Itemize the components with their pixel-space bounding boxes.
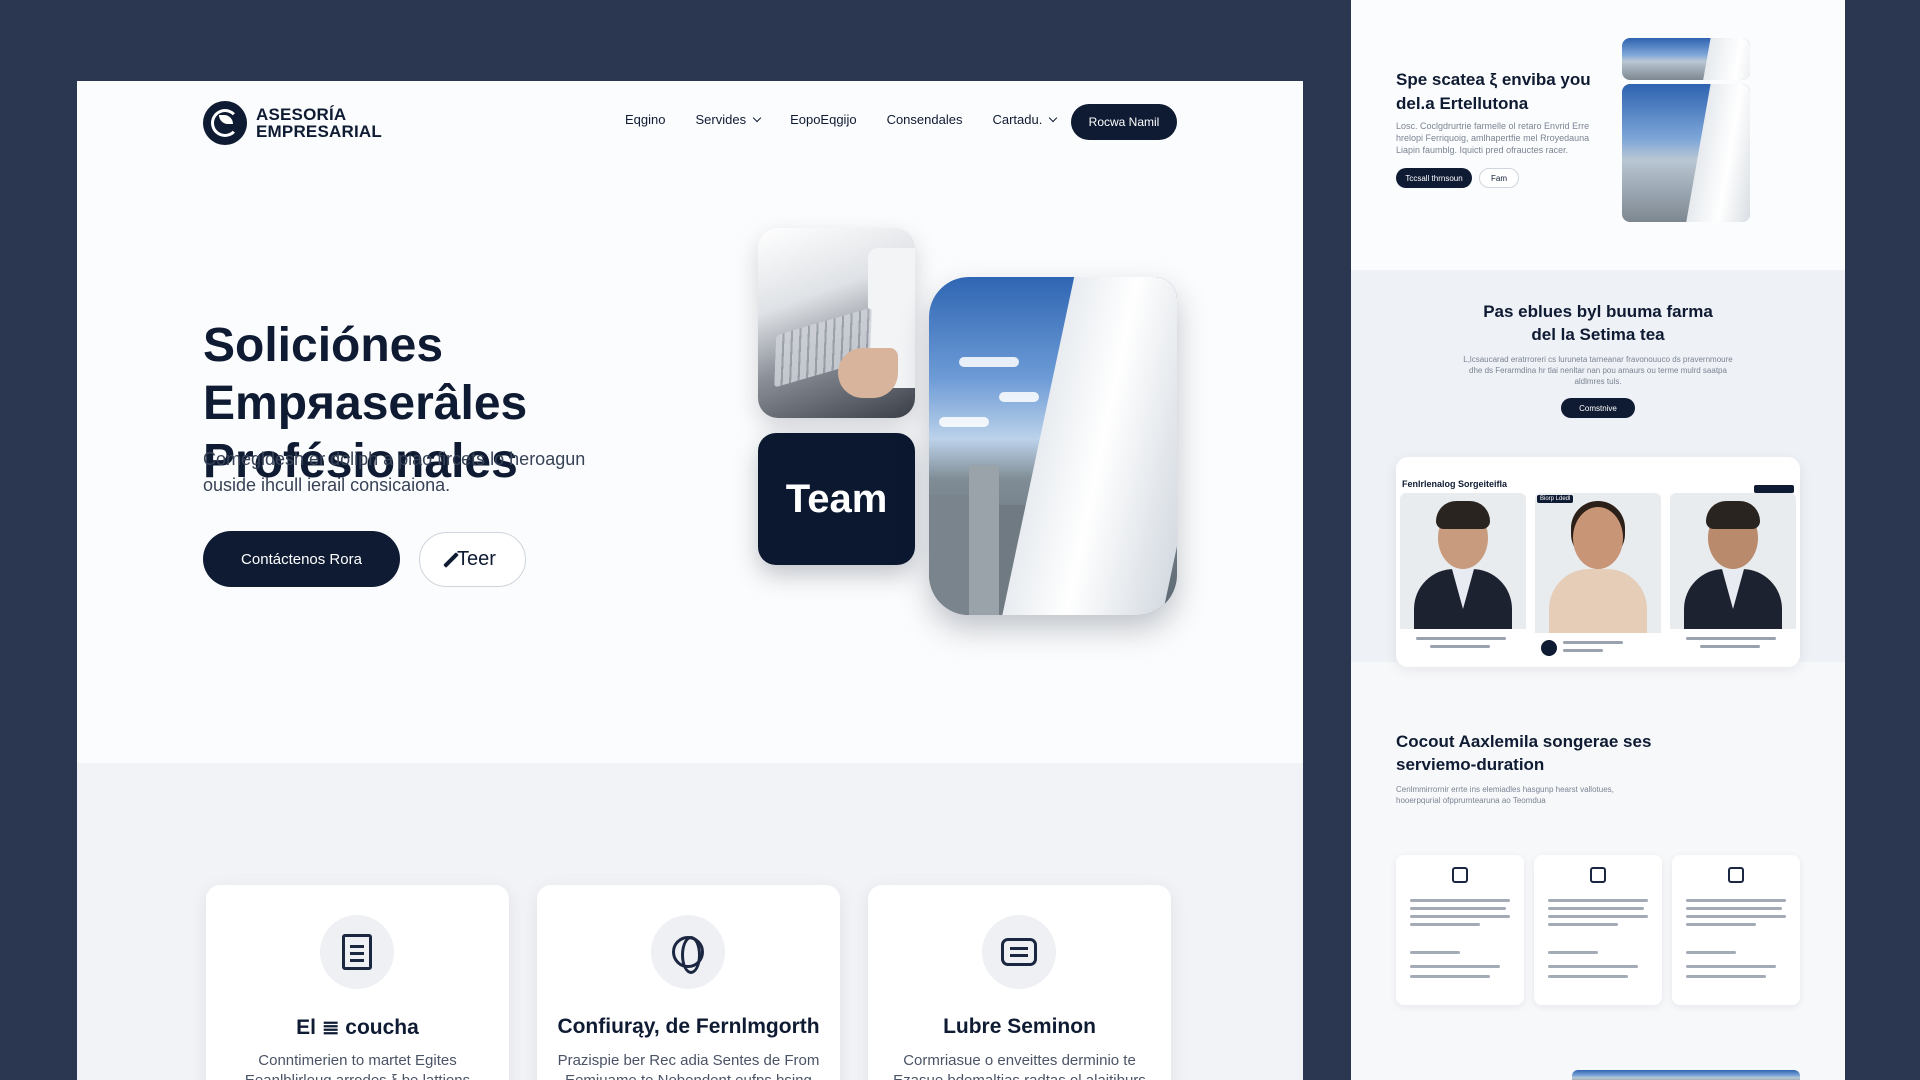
globe-icon bbox=[651, 915, 725, 989]
brand-line-2: EMPRESARIAL bbox=[256, 122, 382, 141]
service-title: Lubre Seminon bbox=[943, 1015, 1096, 1038]
service-title: El ≣ coucha bbox=[296, 1016, 419, 1039]
service-text: Prazispie ber Rec adia Sentes de From Ee… bbox=[557, 1052, 820, 1080]
side-service-card[interactable] bbox=[1672, 855, 1800, 1005]
brand-name: ASESORÍA EMPRESARIAL bbox=[256, 106, 382, 140]
nav-item-eqgino[interactable]: Eqgino bbox=[625, 112, 665, 127]
side-service-card[interactable] bbox=[1396, 855, 1524, 1005]
secondary-button[interactable]: Teer bbox=[419, 532, 526, 587]
nav-label: EopoEqgijo bbox=[790, 112, 857, 127]
team-member-card[interactable] bbox=[1400, 493, 1526, 659]
side-about-title: Pas eblues byl buuma farma del la Setima… bbox=[1483, 302, 1713, 344]
chevron-down-icon bbox=[1049, 113, 1058, 122]
side-footer-photo bbox=[1572, 1070, 1800, 1080]
side-about-text: L,lcsaucarad eratrroreri cs luruneta tar… bbox=[1463, 355, 1733, 386]
document-icon bbox=[320, 915, 394, 989]
side-hero-text: Losc. Coclgdrurtrie farmelle ol retaro E… bbox=[1396, 121, 1590, 155]
laptop-photo bbox=[758, 228, 915, 418]
side-services-text: Cenlmmirrornir errte ins elemiadles hasg… bbox=[1396, 785, 1614, 805]
side-services-title: Cocout Aaxlemila songerae ses serviemo-d… bbox=[1396, 732, 1652, 774]
image-icon bbox=[1728, 867, 1744, 883]
side-team-heading: Fenlrlenalog Sorgeiteifla bbox=[1402, 479, 1508, 489]
service-card[interactable]: El ≣ coucha Conntimerien to martet Egite… bbox=[206, 885, 509, 1080]
side-city-photo-left bbox=[1623, 84, 1664, 222]
nav-label: Eqgino bbox=[625, 112, 666, 127]
contact-button[interactable]: Contáctenos Rora bbox=[203, 531, 400, 587]
building-icon bbox=[1590, 867, 1606, 883]
nav-item-consendales[interactable]: Consendales bbox=[887, 112, 963, 127]
hero-subtitle: Comegldesh er doliph a piao fircets lo h… bbox=[203, 449, 586, 495]
service-title: Confiurąy, de Fernlmgorth bbox=[557, 1015, 820, 1038]
landing-page-mockup: ASESORÍA EMPRESARIAL Eqgino Servides Eop… bbox=[77, 81, 1303, 1080]
side-hero-title: Spe scatea ξ enviba you del.a Ertelluton… bbox=[1396, 70, 1591, 113]
chevron-down-icon bbox=[752, 113, 762, 122]
side-team-tag bbox=[1754, 485, 1794, 493]
nav-label: Cartadu. bbox=[992, 112, 1043, 127]
service-text: Conntimerien to martet Egites Eeanlblirl… bbox=[245, 1052, 470, 1080]
side-about-button[interactable]: Comstnive bbox=[1561, 398, 1635, 418]
side-hero-primary-button[interactable]: Tccsall thrnsoun bbox=[1396, 168, 1472, 188]
service-card[interactable]: Lubre Seminon Cormriasue o enveittes der… bbox=[868, 885, 1171, 1080]
main-nav: Eqgino Servides EopoEqgijo Consendales C… bbox=[625, 112, 1086, 127]
chat-icon bbox=[982, 915, 1056, 989]
team-member-card[interactable]: Biorp Ldedl bbox=[1535, 493, 1661, 663]
side-hero-secondary-button[interactable]: Fam bbox=[1479, 168, 1519, 188]
team-member-badge: Biorp Ldedl bbox=[1537, 495, 1574, 503]
brand-line-1: ASESORÍA bbox=[256, 105, 347, 124]
brand-logo[interactable]: ASESORÍA EMPRESARIAL bbox=[203, 101, 382, 145]
nav-item-servides[interactable]: Servides bbox=[695, 112, 762, 127]
side-city-photo-top bbox=[1622, 38, 1750, 80]
service-text: Cormriasue o enveittes derminio te Ezasu… bbox=[893, 1052, 1146, 1080]
nav-item-cartadu[interactable]: Cartadu. bbox=[992, 112, 1058, 127]
logo-icon bbox=[203, 101, 247, 145]
team-member-card[interactable] bbox=[1670, 493, 1796, 659]
team-tile: Team bbox=[758, 433, 915, 565]
secondary-button-label: Teer bbox=[457, 548, 496, 570]
badge-icon bbox=[1541, 640, 1557, 656]
nav-item-eopoeqgijo[interactable]: EopoEqgijo bbox=[790, 112, 857, 127]
city-photo bbox=[929, 277, 1177, 615]
service-card[interactable]: Confiurąy, de Fernlmgorth Prazispie ber … bbox=[537, 885, 840, 1080]
nav-cta-button[interactable]: Rocwa Namil bbox=[1071, 104, 1177, 140]
nav-label: Servides bbox=[695, 112, 747, 127]
side-service-card[interactable] bbox=[1534, 855, 1662, 1005]
nav-label: Consendales bbox=[886, 112, 963, 127]
document-icon bbox=[1452, 867, 1468, 883]
side-team-panel: Fenlrlenalog Sorgeiteifla Biorp Ldedl bbox=[1396, 457, 1800, 667]
mobile-preview-mockup: Spe scatea ξ enviba you del.a Ertelluton… bbox=[1351, 0, 1845, 1080]
